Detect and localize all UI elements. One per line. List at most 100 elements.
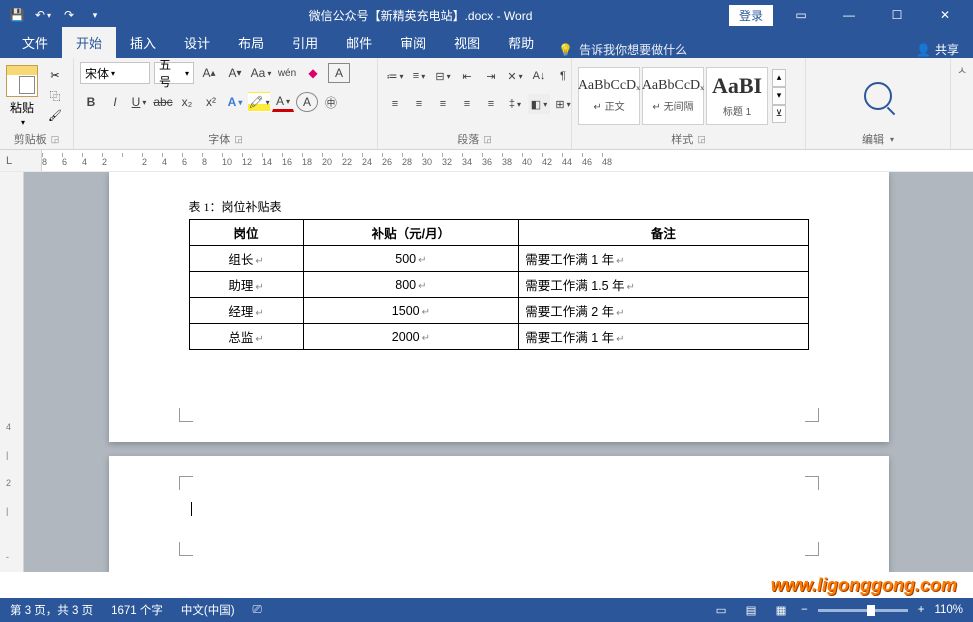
phonetic-guide-icon[interactable]: wén — [276, 63, 298, 83]
table-cell[interactable]: 需要工作满 1.5 年↵ — [519, 272, 808, 298]
zoom-out-icon[interactable]: − — [801, 604, 808, 616]
subscript-button[interactable]: x₂ — [176, 92, 198, 112]
qat-customize-icon[interactable]: ▾ — [88, 8, 102, 22]
clipboard-launcher-icon[interactable]: ◲ — [51, 134, 60, 145]
styles-launcher-icon[interactable]: ◲ — [697, 134, 706, 145]
vertical-ruler[interactable]: 4|2|- — [0, 172, 24, 572]
underline-button[interactable]: U▾ — [128, 92, 150, 112]
tab-file[interactable]: 文件 — [8, 27, 62, 58]
undo-icon[interactable]: ↶▾ — [36, 8, 50, 22]
redo-icon[interactable]: ↷ — [62, 8, 76, 22]
char-border-icon[interactable]: A — [328, 63, 350, 83]
table-cell[interactable]: 500↵ — [303, 246, 519, 272]
copy-icon[interactable]: ⿻ — [46, 88, 64, 104]
numbering-icon[interactable]: ≡▾ — [408, 66, 430, 86]
table-cell[interactable]: 需要工作满 2 年↵ — [519, 298, 808, 324]
table-cell[interactable]: 经理↵ — [189, 298, 303, 324]
asian-layout-icon[interactable]: ✕▾ — [504, 66, 526, 86]
page[interactable]: 表 1：岗位补贴表 岗位补贴（元/月）备注 组长↵500↵需要工作满 1 年↵助… — [109, 172, 889, 442]
ribbon-options-icon[interactable]: ▭ — [781, 0, 821, 30]
save-icon[interactable]: 💾 — [10, 8, 24, 22]
line-spacing-icon[interactable]: ‡▾ — [504, 94, 526, 114]
superscript-button[interactable]: x² — [200, 92, 222, 112]
maximize-icon[interactable]: ☐ — [877, 0, 917, 30]
print-layout-icon[interactable]: ▤ — [741, 602, 761, 618]
format-painter-icon[interactable]: 🖌 — [46, 108, 64, 124]
table-cell[interactable]: 需要工作满 1 年↵ — [519, 246, 808, 272]
multilevel-icon[interactable]: ⊟▾ — [432, 66, 454, 86]
table-cell[interactable]: 助理↵ — [189, 272, 303, 298]
page[interactable] — [109, 456, 889, 572]
tab-view[interactable]: 视图 — [440, 27, 494, 58]
align-distribute-icon[interactable]: ≡ — [480, 94, 502, 114]
grow-font-icon[interactable]: A▴ — [198, 63, 220, 83]
word-count[interactable]: 1671 个字 — [111, 602, 163, 618]
increase-indent-icon[interactable]: ⇥ — [480, 66, 502, 86]
web-layout-icon[interactable]: ▦ — [771, 602, 791, 618]
tab-references[interactable]: 引用 — [278, 27, 332, 58]
styles-more-icon[interactable]: ⊻ — [772, 105, 786, 123]
style-nospacing[interactable]: AaBbCcDₓ ↵ 无间隔 — [642, 67, 704, 125]
decrease-indent-icon[interactable]: ⇤ — [456, 66, 478, 86]
page-indicator[interactable]: 第 3 页，共 3 页 — [10, 602, 93, 618]
minimize-icon[interactable]: — — [829, 0, 869, 30]
tab-design[interactable]: 设计 — [170, 27, 224, 58]
table-row[interactable]: 助理↵800↵需要工作满 1.5 年↵ — [189, 272, 808, 298]
highlight-icon[interactable]: 🖍▾ — [248, 92, 270, 112]
zoom-level[interactable]: 110% — [934, 604, 963, 616]
clear-format-icon[interactable]: ◆ — [302, 63, 324, 83]
change-case-icon[interactable]: Aa▾ — [250, 63, 272, 83]
char-shading-icon[interactable]: A — [296, 92, 318, 112]
text-effects-icon[interactable]: A▾ — [224, 92, 246, 112]
font-launcher-icon[interactable]: ◲ — [234, 134, 243, 145]
shading-icon[interactable]: ◧▾ — [528, 94, 550, 114]
share-button[interactable]: 👤 共享 — [916, 41, 973, 58]
table-row[interactable]: 组长↵500↵需要工作满 1 年↵ — [189, 246, 808, 272]
bullets-icon[interactable]: ≔▾ — [384, 66, 406, 86]
zoom-in-icon[interactable]: + — [918, 604, 925, 616]
styles-scroll-up-icon[interactable]: ▴ — [772, 69, 786, 87]
sort-icon[interactable]: A↓ — [528, 66, 550, 86]
tab-help[interactable]: 帮助 — [494, 27, 548, 58]
style-normal[interactable]: AaBbCcDₓ ↵ 正文 — [578, 67, 640, 125]
tab-layout[interactable]: 布局 — [224, 27, 278, 58]
language-indicator[interactable]: 中文(中国) — [181, 602, 235, 618]
styles-scroll-down-icon[interactable]: ▾ — [772, 87, 786, 105]
shrink-font-icon[interactable]: A▾ — [224, 63, 246, 83]
table-cell[interactable]: 总监↵ — [189, 324, 303, 350]
collapse-ribbon-icon[interactable]: ㅅ — [957, 62, 967, 78]
cut-icon[interactable]: ✂ — [46, 68, 64, 84]
table-row[interactable]: 经理↵1500↵需要工作满 2 年↵ — [189, 298, 808, 324]
font-size-select[interactable]: 五号▾ — [154, 62, 194, 84]
borders-icon[interactable]: ⊞▾ — [552, 94, 574, 114]
paste-button[interactable]: 粘贴 ▾ — [6, 65, 38, 127]
read-mode-icon[interactable]: ▭ — [711, 602, 731, 618]
table-cell[interactable]: 800↵ — [303, 272, 519, 298]
table-cell[interactable]: 2000↵ — [303, 324, 519, 350]
tell-me-search[interactable]: 💡 告诉我你想要做什么 — [558, 41, 687, 58]
table-cell[interactable]: 1500↵ — [303, 298, 519, 324]
tab-stop-selector[interactable]: L — [0, 150, 42, 171]
style-heading1[interactable]: AaBI 标题 1 — [706, 67, 768, 125]
strikethrough-button[interactable]: abc — [152, 92, 174, 112]
tab-home[interactable]: 开始 — [62, 27, 116, 58]
tab-insert[interactable]: 插入 — [116, 27, 170, 58]
paragraph-launcher-icon[interactable]: ◲ — [483, 134, 492, 145]
find-button[interactable] — [864, 82, 892, 110]
align-left-icon[interactable]: ≡ — [384, 94, 406, 114]
enclose-char-icon[interactable]: ㊥ — [320, 92, 342, 112]
bold-button[interactable]: B — [80, 92, 102, 112]
table-row[interactable]: 总监↵2000↵需要工作满 1 年↵ — [189, 324, 808, 350]
font-color-icon[interactable]: A▾ — [272, 92, 294, 112]
show-marks-icon[interactable]: ¶ — [552, 66, 574, 86]
macro-icon[interactable]: ⎚ — [253, 604, 262, 617]
zoom-slider[interactable] — [818, 609, 908, 612]
align-right-icon[interactable]: ≡ — [432, 94, 454, 114]
table-cell[interactable]: 组长↵ — [189, 246, 303, 272]
tab-mailings[interactable]: 邮件 — [332, 27, 386, 58]
align-center-icon[interactable]: ≡ — [408, 94, 430, 114]
align-justify-icon[interactable]: ≡ — [456, 94, 478, 114]
font-name-select[interactable]: 宋体▾ — [80, 62, 150, 84]
login-button[interactable]: 登录 — [729, 5, 773, 26]
editing-expand-icon[interactable]: ▾ — [890, 135, 894, 144]
